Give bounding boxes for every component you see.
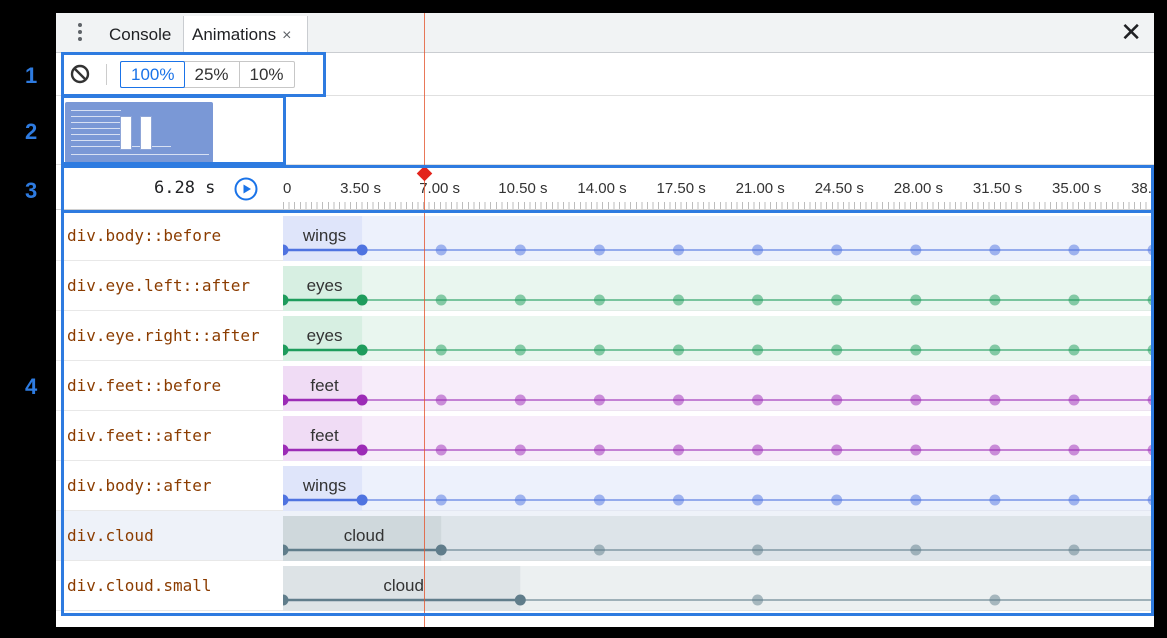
close-tab-icon[interactable]: × — [282, 27, 291, 44]
more-options-icon[interactable] — [70, 22, 90, 44]
tab-animations[interactable]: Animations × — [183, 16, 308, 53]
callout-box-2 — [61, 95, 286, 165]
callout-box-4 — [61, 210, 1154, 616]
tab-console[interactable]: Console — [101, 16, 179, 53]
tab-animations-label: Animations — [192, 25, 277, 44]
callout-number-1: 1 — [25, 63, 38, 88]
tab-console-label: Console — [109, 25, 172, 44]
callout-box-3 — [61, 165, 1154, 213]
callout-number-3: 3 — [25, 178, 38, 203]
callout-number-4: 4 — [25, 374, 38, 399]
close-panel-icon[interactable]: ✕ — [1120, 18, 1142, 46]
callout-box-1 — [61, 52, 326, 97]
callout-number-2: 2 — [25, 119, 38, 144]
tab-bar: Console Animations × ✕ — [56, 13, 1154, 53]
